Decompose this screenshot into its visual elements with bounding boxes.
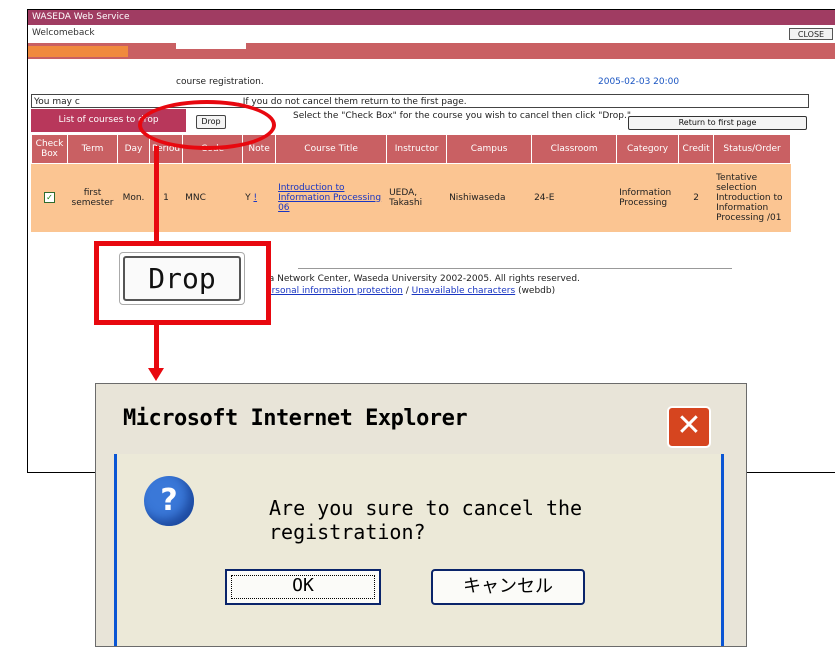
cell-category: Information Processing	[616, 163, 680, 232]
cell-status: Tentative selection Introduction to Info…	[713, 163, 792, 232]
col-check-box: Check Box	[31, 134, 68, 164]
table-header-row: Check Box Term Day Period Code Note Cour…	[31, 134, 792, 164]
cell-credit: 2	[678, 163, 715, 232]
annotation-connector-bottom	[154, 325, 159, 370]
footer-copyright: edia Network Center, Waseda University 2…	[255, 274, 580, 284]
col-category: Category	[616, 134, 680, 164]
drop-callout: Drop	[94, 241, 271, 325]
cell-course-title: Introduction to Information Processing 0…	[275, 163, 388, 232]
unavailable-characters-link[interactable]: Unavailable characters	[412, 286, 516, 296]
ok-button[interactable]: OK	[225, 569, 381, 605]
footer-links: / Personal information protection / Unav…	[255, 286, 555, 296]
cell-code: MNC	[182, 163, 244, 232]
webdb-label: (webdb)	[518, 286, 556, 296]
col-credit: Credit	[678, 134, 715, 164]
notice-right: . If you do not cancel them return to th…	[237, 97, 467, 107]
cell-campus: Nishiwaseda	[446, 163, 533, 232]
notice-box: You may c . If you do not cancel them re…	[31, 94, 809, 108]
col-course-title: Course Title	[275, 134, 388, 164]
header-bar-accent	[28, 46, 128, 57]
cell-instructor: UEDA, Takashi	[386, 163, 448, 232]
drop-button-zoomed[interactable]: Drop	[123, 256, 241, 301]
privacy-link[interactable]: Personal information protection	[261, 286, 403, 296]
footer-divider	[298, 268, 732, 269]
footer-separator-2: /	[405, 286, 409, 296]
cell-day: Mon.	[117, 163, 150, 232]
course-title-link[interactable]: Introduction to Information Processing 0…	[278, 183, 381, 213]
header-bar-gap	[176, 40, 246, 49]
cancel-button[interactable]: キャンセル	[431, 569, 585, 605]
registration-title: course registration.	[176, 77, 264, 87]
confirm-dialog: Microsoft Internet Explorer ✕ ? Are you …	[95, 383, 747, 647]
close-icon[interactable]: ✕	[667, 406, 711, 448]
return-to-first-page-button[interactable]: Return to first page	[628, 116, 807, 130]
ok-button-focus-ring	[231, 575, 375, 599]
dialog-message: Are you sure to cancel the registration?	[269, 496, 583, 544]
col-instructor: Instructor	[386, 134, 448, 164]
cell-note: Y !	[242, 163, 277, 232]
note-text: Y	[245, 192, 251, 203]
cell-classroom: 24-E	[531, 163, 618, 232]
cell-checkbox[interactable]: ✓	[31, 163, 68, 232]
welcome-text: Welcomeback	[28, 25, 835, 42]
col-classroom: Classroom	[531, 134, 618, 164]
site-title: WASEDA Web Service	[28, 10, 835, 25]
col-term: Term	[67, 134, 118, 164]
course-checkbox[interactable]: ✓	[44, 192, 55, 203]
col-status-order: Status/Order	[713, 134, 792, 164]
note-link[interactable]: !	[253, 193, 257, 203]
header-bar	[28, 43, 835, 59]
col-day: Day	[117, 134, 150, 164]
highlight-ellipse	[138, 100, 276, 150]
table-row: ✓ first semester Mon. 1 MNC Y ! Introduc…	[31, 163, 792, 232]
question-icon: ?	[144, 476, 194, 526]
dialog-title: Microsoft Internet Explorer	[123, 406, 468, 431]
col-campus: Campus	[446, 134, 533, 164]
course-table: Check Box Term Day Period Code Note Cour…	[31, 134, 792, 232]
annotation-arrowhead	[148, 368, 164, 381]
dialog-body	[114, 454, 724, 646]
cell-term: first semester	[67, 163, 118, 232]
annotation-connector-top	[154, 146, 159, 241]
close-button[interactable]: CLOSE	[789, 28, 833, 40]
registration-datetime: 2005-02-03 20:00	[598, 77, 680, 87]
drop-instruction: Select the "Check Box" for the course yo…	[293, 111, 632, 121]
notice-left: You may c	[34, 97, 80, 107]
